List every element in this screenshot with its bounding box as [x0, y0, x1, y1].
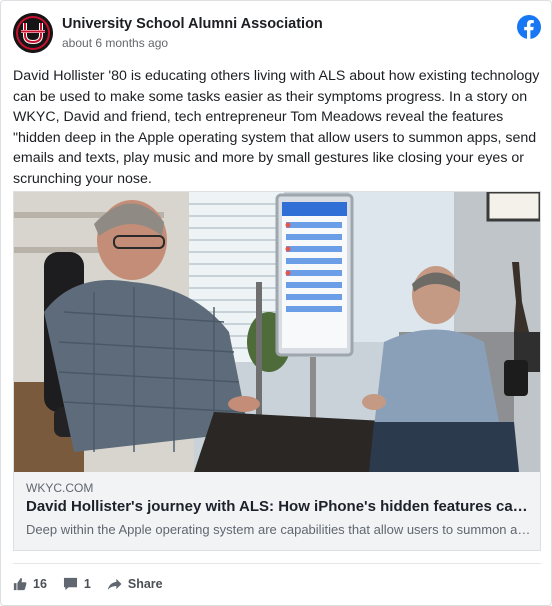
share-label: Share	[127, 577, 163, 591]
link-preview-image[interactable]	[14, 192, 540, 472]
comment-icon	[63, 577, 77, 591]
like-button[interactable]: 16	[13, 577, 47, 591]
link-domain: WKYC.COM	[26, 481, 94, 495]
post-body-text: David Hollister '80 is educating others …	[13, 68, 540, 187]
comment-button[interactable]: 1	[63, 577, 91, 591]
link-description: Deep within the Apple operating system a…	[26, 522, 532, 537]
share-button[interactable]: Share	[107, 577, 163, 591]
facebook-post-embed: University School Alumni Association abo…	[0, 0, 552, 606]
post-timestamp[interactable]: about 6 months ago	[62, 36, 168, 50]
link-preview-card[interactable]: WKYC.COM David Hollister's journey with …	[13, 191, 541, 551]
page-name[interactable]: University School Alumni Association	[62, 16, 323, 32]
link-title[interactable]: David Hollister's journey with ALS: How …	[26, 498, 532, 515]
facebook-icon[interactable]	[517, 15, 541, 39]
university-school-logo-icon[interactable]	[13, 13, 53, 53]
actions-divider	[13, 563, 541, 564]
like-count: 16	[33, 577, 47, 591]
comment-count: 1	[83, 577, 91, 591]
share-arrow-icon	[107, 578, 122, 590]
thumbs-up-icon	[13, 578, 27, 591]
post-actions-bar: 16 1 Share	[13, 573, 179, 595]
post-header: University School Alumni Association abo…	[13, 13, 541, 55]
